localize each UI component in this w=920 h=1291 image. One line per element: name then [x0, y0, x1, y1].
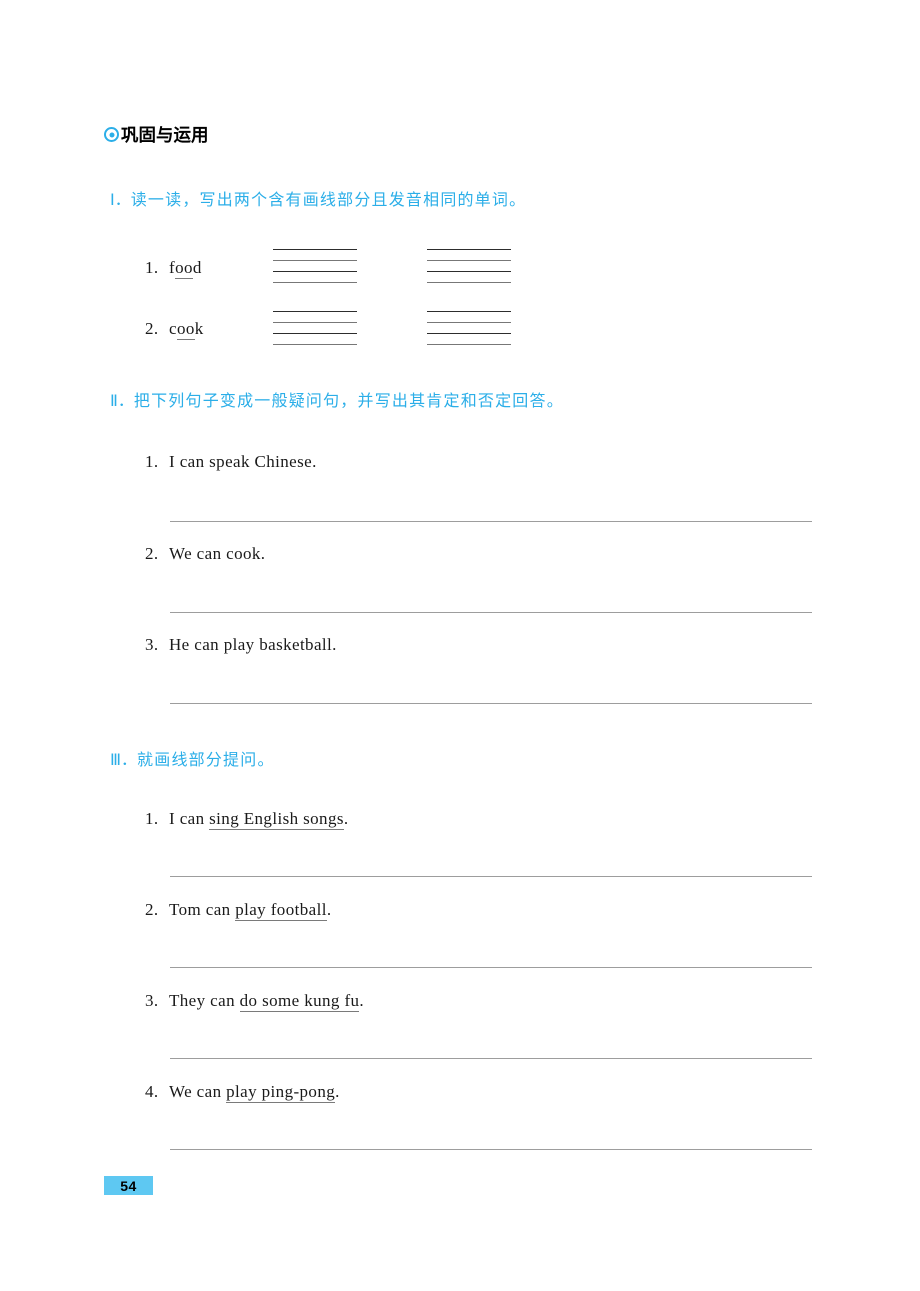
writing-staff-2b[interactable]: [427, 311, 511, 345]
worksheet-page: 巩固与运用 Ⅰ．读一读，写出两个含有画线部分且发音相同的单词。 1. food 2…: [0, 0, 920, 1291]
word-item-2-suffix: k: [194, 319, 204, 338]
sentence-item-3-3-underlined: do some kung fu: [239, 991, 360, 1012]
writing-staff-2a[interactable]: [273, 311, 357, 345]
word-item-1-underlined: oo: [175, 258, 193, 279]
word-item-2-prefix: c: [169, 319, 177, 338]
sentence-item-3-2-underlined: play football: [235, 900, 327, 921]
sentence-item-2-2-number: 2.: [145, 544, 159, 563]
section-3-instruction: Ⅲ．就画线部分提问。: [110, 746, 275, 770]
sentence-item-2-3-number: 3.: [145, 635, 159, 654]
sentence-item-3-4-underlined: play ping-pong: [226, 1082, 336, 1103]
circled-dot-icon: [104, 127, 119, 142]
page-section-header: 巩固与运用: [104, 122, 209, 147]
section-2-instruction: Ⅱ．把下列句子变成一般疑问句，并写出其肯定和否定回答。: [110, 387, 564, 411]
sentence-item-2-1-text: I can speak Chinese.: [169, 452, 317, 471]
sentence-item-3-2-suffix: .: [326, 900, 332, 919]
section-2-numeral: Ⅱ: [110, 391, 118, 410]
word-item-1-suffix: d: [192, 258, 202, 277]
word-item-1: 1. food: [145, 258, 202, 279]
sentence-item-3-2: 2. Tom can play football.: [145, 900, 332, 921]
sentence-item-3-4: 4. We can play ping-pong.: [145, 1082, 340, 1103]
section-3-numeral: Ⅲ: [110, 750, 122, 769]
sentence-item-3-1-prefix: I can: [169, 809, 210, 828]
sentence-item-3-2-prefix: Tom can: [169, 900, 236, 919]
sentence-item-2-3-text: He can play basketball.: [169, 635, 337, 654]
answer-line-3-2[interactable]: [170, 967, 812, 968]
sentence-item-3-1: 1. I can sing English songs.: [145, 809, 349, 830]
sentence-item-3-3: 3. They can do some kung fu.: [145, 991, 365, 1012]
sentence-item-3-2-number: 2.: [145, 900, 159, 919]
sentence-item-3-3-suffix: .: [359, 991, 365, 1010]
word-item-2-underlined: oo: [176, 319, 195, 340]
sentence-item-3-1-suffix: .: [343, 809, 349, 828]
page-number-badge: 54: [104, 1176, 153, 1195]
sentence-item-2-2-text: We can cook.: [169, 544, 266, 563]
section-3-separator: ．: [121, 750, 138, 769]
answer-line-2-1[interactable]: [170, 521, 812, 522]
section-3-instruction-text: 就画线部分提问。: [137, 750, 275, 769]
answer-line-3-4[interactable]: [170, 1149, 812, 1150]
sentence-item-3-1-number: 1.: [145, 809, 159, 828]
sentence-item-3-3-number: 3.: [145, 991, 159, 1010]
section-1-instruction: Ⅰ．读一读，写出两个含有画线部分且发音相同的单词。: [110, 186, 526, 210]
sentence-item-3-4-prefix: We can: [169, 1082, 227, 1101]
answer-line-2-2[interactable]: [170, 612, 812, 613]
answer-line-3-3[interactable]: [170, 1058, 812, 1059]
sentence-item-2-3: 3. He can play basketball.: [145, 635, 337, 655]
answer-line-2-3[interactable]: [170, 703, 812, 704]
section-2-instruction-text: 把下列句子变成一般疑问句，并写出其肯定和否定回答。: [133, 391, 564, 410]
section-2-separator: ．: [117, 391, 134, 410]
section-1-instruction-text: 读一读，写出两个含有画线部分且发音相同的单词。: [130, 190, 527, 209]
writing-staff-1b[interactable]: [427, 249, 511, 283]
answer-line-3-1[interactable]: [170, 876, 812, 877]
sentence-item-2-1-number: 1.: [145, 452, 159, 471]
sentence-item-3-4-number: 4.: [145, 1082, 159, 1101]
sentence-item-3-3-prefix: They can: [169, 991, 240, 1010]
sentence-item-3-4-suffix: .: [335, 1082, 340, 1101]
word-item-2-number: 2.: [145, 319, 159, 338]
sentence-item-2-1: 1. I can speak Chinese.: [145, 452, 317, 472]
sentence-item-2-2: 2. We can cook.: [145, 544, 265, 564]
sentence-item-3-1-underlined: sing English songs: [209, 809, 344, 830]
word-item-2: 2. cook: [145, 319, 204, 340]
writing-staff-1a[interactable]: [273, 249, 357, 283]
word-item-1-number: 1.: [145, 258, 159, 277]
page-title: 巩固与运用: [121, 125, 209, 145]
section-1-separator: ．: [114, 190, 131, 209]
